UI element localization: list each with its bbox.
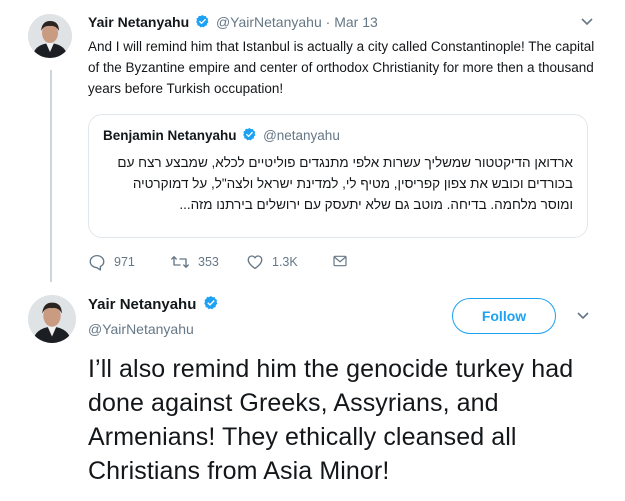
tweet-text: And I will remind him that Istanbul is a… <box>88 39 595 96</box>
retweet-count: 353 <box>198 255 219 269</box>
quoted-author-handle: @netanyahu <box>263 128 340 143</box>
retweet-button[interactable]: 353 <box>170 253 219 271</box>
verified-badge-icon <box>195 14 210 29</box>
header-separator: · <box>325 14 331 30</box>
direct-message-button[interactable] <box>332 253 356 269</box>
quoted-author-name: Benjamin Netanyahu <box>103 128 237 143</box>
like-button[interactable]: 1.3K <box>246 253 298 271</box>
verified-badge-icon <box>242 127 257 142</box>
tweet-text: I’ll also remind him the genocide turkey… <box>88 355 574 485</box>
follow-button[interactable]: Follow <box>452 298 556 334</box>
author-name: Yair Netanyahu <box>88 295 221 313</box>
avatar-image <box>28 14 72 58</box>
quoted-tweet-header: Benjamin Netanyahu @netanyahu <box>103 127 340 143</box>
tweet-date[interactable]: Mar 13 <box>334 14 378 30</box>
reply-button[interactable]: 971 <box>88 253 135 271</box>
tweet-header: Yair Netanyahu @YairNetanyahu · Mar 13 <box>88 14 378 30</box>
author-handle[interactable]: @YairNetanyahu <box>216 14 322 30</box>
avatar[interactable] <box>28 295 76 343</box>
quoted-tweet-text: ארדואן הדיקטטור שמשליך עשרות אלפי מתנגדי… <box>117 155 573 212</box>
retweet-icon <box>171 256 189 268</box>
reply-count: 971 <box>114 255 135 269</box>
verified-badge-icon <box>203 295 219 311</box>
like-icon <box>247 255 263 270</box>
like-count: 1.3K <box>272 255 298 269</box>
author-name[interactable]: Yair Netanyahu <box>88 14 189 30</box>
quoted-tweet[interactable]: Benjamin Netanyahu @netanyahu ארדואן הדי… <box>88 114 588 238</box>
chevron-down-icon[interactable] <box>580 14 594 31</box>
avatar[interactable] <box>28 14 72 58</box>
avatar-image <box>28 295 76 343</box>
author-name-text[interactable]: Yair Netanyahu <box>88 296 196 313</box>
author-handle[interactable]: @YairNetanyahu <box>88 321 194 337</box>
chevron-down-icon[interactable] <box>576 308 590 325</box>
reply-icon <box>89 254 105 271</box>
direct-message-icon <box>333 255 347 267</box>
thread-connector <box>50 70 52 282</box>
